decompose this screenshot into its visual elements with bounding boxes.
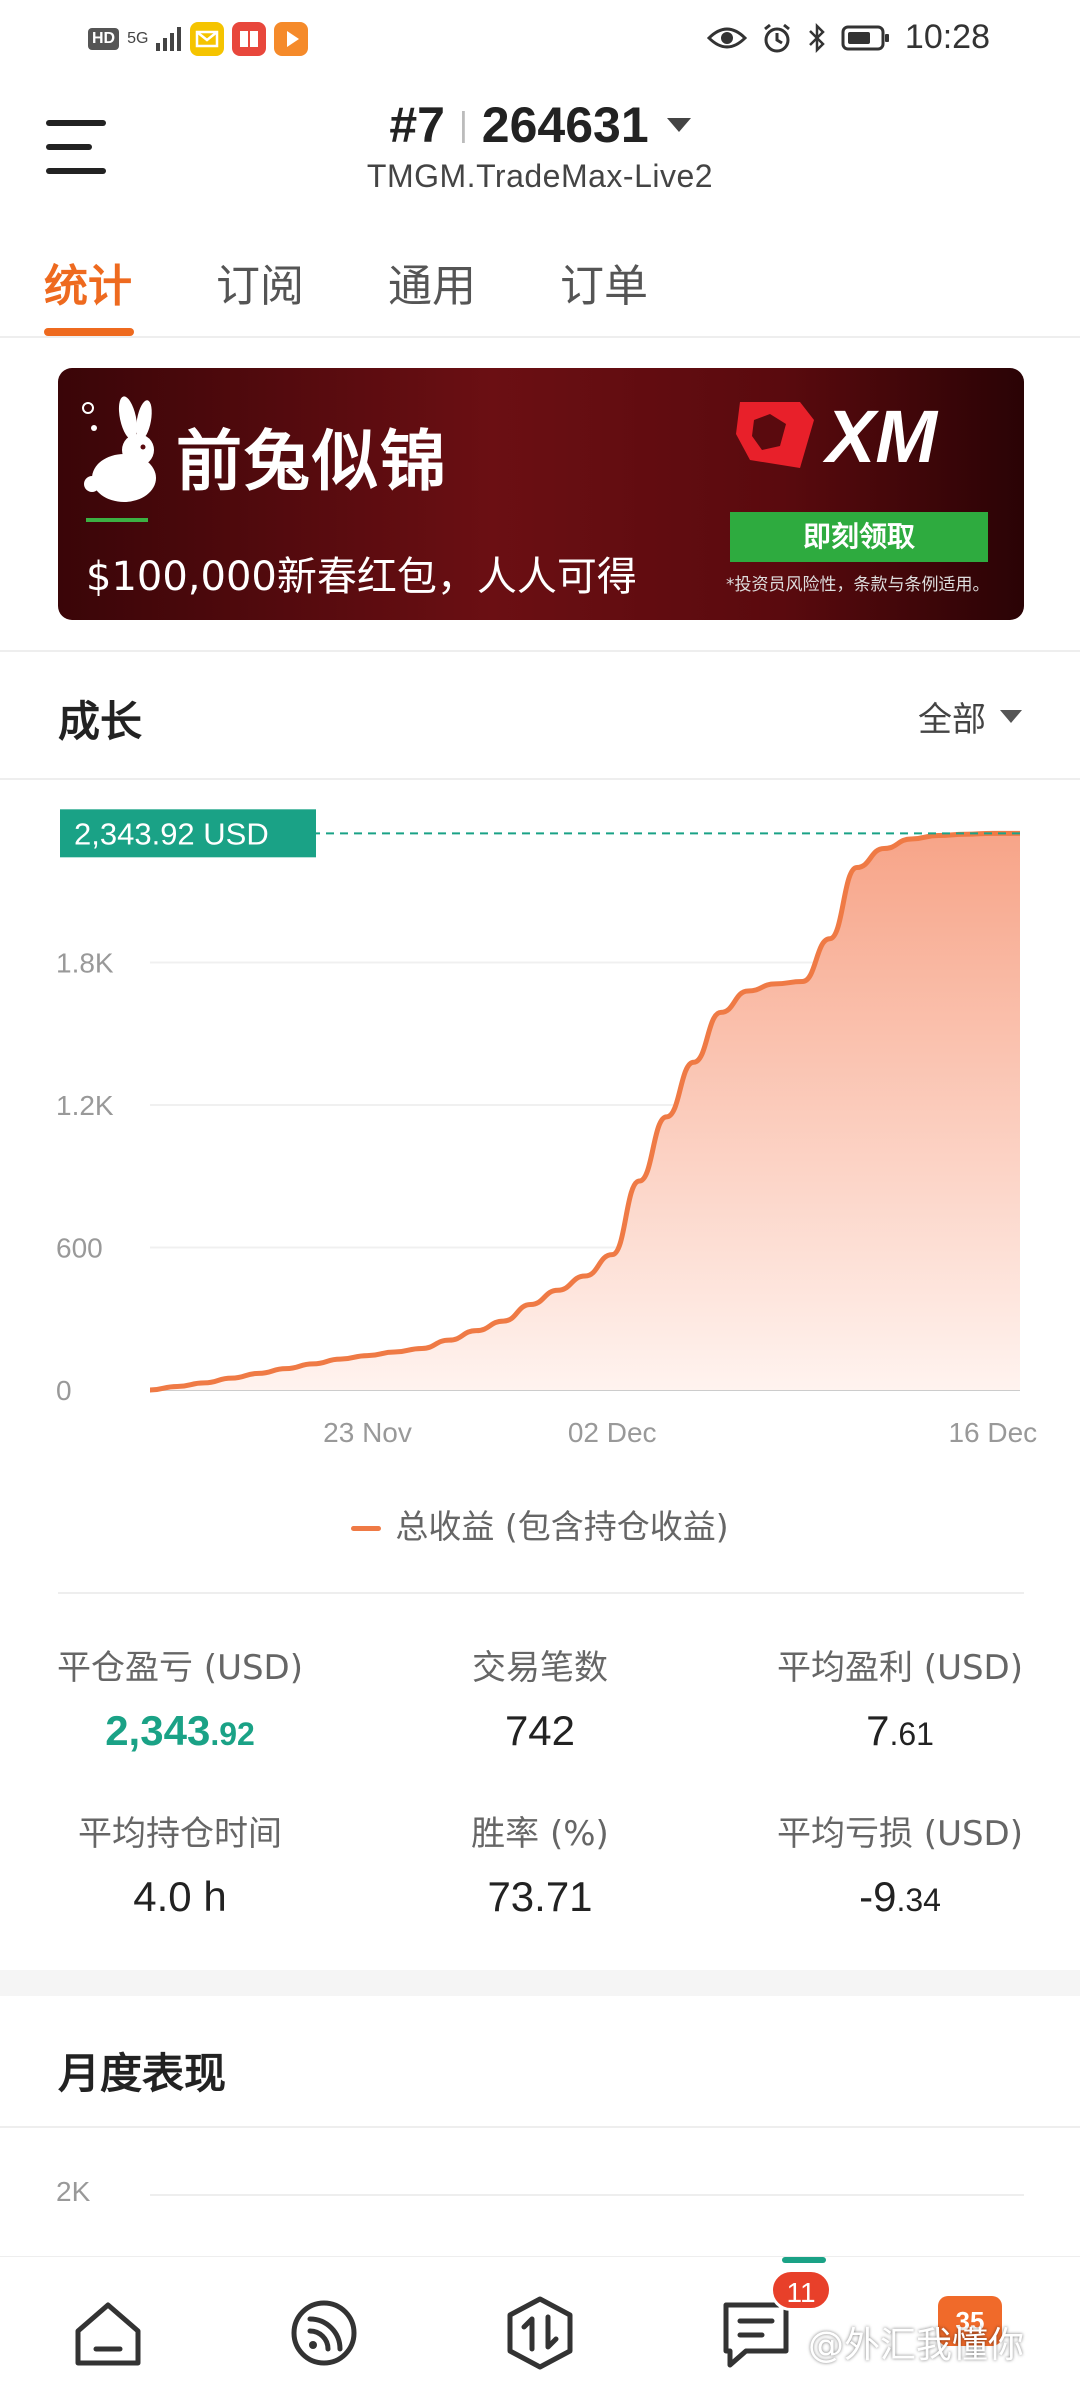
stat-label: 平仓盈亏 (USD): [57, 1648, 303, 1688]
banner-accent-line: [86, 518, 148, 522]
section-gap: [0, 1970, 1080, 1996]
current-value-label: 2,343.92 USD: [74, 816, 269, 851]
banner-headline: 前兔似锦: [176, 423, 448, 500]
signal-strength-icon: [156, 27, 182, 51]
book-app-icon: [232, 22, 267, 56]
y-tick-label: 0: [56, 1375, 72, 1406]
battery-icon: [841, 25, 889, 50]
growth-title: 成长: [58, 697, 143, 746]
stat-label: 平均亏损 (USD): [777, 1814, 1023, 1854]
stat-value: 742: [504, 1707, 576, 1754]
tab-general[interactable]: 通用: [388, 250, 476, 314]
stat-value: 4.0 h: [133, 1873, 227, 1920]
messages-badge: 11: [770, 2269, 832, 2311]
tab-bar: 统计 订阅 通用 订单: [0, 240, 1080, 338]
account-selector[interactable]: #7 | 264631 TMGM.TradeMax-Live2: [0, 96, 1080, 195]
stat-value: 7.61: [866, 1707, 934, 1754]
active-tab-indicator: [44, 328, 134, 336]
account-server: TMGM.TradeMax-Live2: [366, 158, 714, 194]
svg-text:XM: XM: [822, 395, 938, 476]
stat-value: 73.71: [487, 1873, 593, 1920]
stat-avg-profit: 平均盈利 (USD) 7.61: [720, 1640, 1080, 1755]
stat-avg-hold-time: 平均持仓时间 4.0 h: [0, 1806, 360, 1921]
monthly-gridline: [150, 2194, 1024, 2196]
legend-swatch: [351, 1526, 382, 1531]
banner-subline: $100,000新春红包，人人可得: [86, 554, 637, 600]
y-tick-label: 1.2K: [56, 1090, 114, 1121]
app-header: #7 | 264631 TMGM.TradeMax-Live2: [0, 90, 1080, 220]
tab-subscriptions[interactable]: 订阅: [216, 250, 304, 314]
growth-header-divider: [0, 778, 1080, 780]
network-type: 5G: [127, 30, 149, 47]
account-title[interactable]: #7 | 264631: [389, 96, 691, 154]
video-app-icon: [274, 22, 309, 56]
range-dropdown-label: 全部: [918, 700, 986, 740]
status-bar: HD 5G 10:28: [0, 0, 1080, 80]
alarm-icon: [763, 23, 790, 52]
hd-badge: HD: [88, 28, 120, 50]
section-divider: [0, 650, 1080, 652]
range-dropdown[interactable]: 全部: [918, 692, 1022, 741]
stat-trade-count: 交易笔数 742: [360, 1640, 720, 1755]
caret-down-icon: [1000, 710, 1022, 723]
eye-comfort-icon: [706, 27, 747, 48]
stat-value: 2,343.92: [105, 1707, 255, 1754]
growth-chart[interactable]: 0 600 1.2K 1.8K 23 Nov 02 Dec 16 Dec 2,343.92 U…: [0, 790, 1080, 1470]
active-nav-indicator: [782, 2257, 826, 2263]
caret-down-icon[interactable]: [666, 118, 691, 132]
tab-statistics[interactable]: 统计: [44, 250, 132, 314]
bluetooth-icon: [809, 22, 825, 53]
xm-logo-icon: XM: [736, 395, 938, 476]
y-tick-label: 1.8K: [56, 948, 114, 979]
mail-app-icon: [190, 22, 225, 56]
stats-divider: [58, 1592, 1024, 1594]
rabbit-icon: [82, 396, 156, 502]
signal-feed-icon[interactable]: [284, 2293, 364, 2373]
monthly-y-tick: 2K: [56, 2176, 91, 2207]
banner-disclaimer: *投资员风险性，条款与条例适用。: [726, 575, 990, 595]
stat-label: 胜率 (%): [471, 1814, 609, 1854]
chart-legend: 总收益 (包含持仓收益): [0, 1500, 1080, 1548]
monthly-header-divider: [0, 2126, 1080, 2128]
tab-orders[interactable]: 订单: [560, 250, 648, 314]
claim-button[interactable]: 即刻领取: [730, 512, 988, 562]
watermark-text: @外汇我懂你: [808, 2325, 1025, 2366]
home-icon[interactable]: [68, 2293, 148, 2373]
trade-icon[interactable]: [500, 2293, 580, 2373]
stat-win-rate: 胜率 (%) 73.71: [360, 1806, 720, 1921]
x-tick-label: 16 Dec: [948, 1417, 1037, 1448]
x-tick-label: 02 Dec: [568, 1417, 657, 1448]
stat-value: -9.34: [859, 1873, 941, 1920]
x-tick-label: 23 Nov: [323, 1417, 412, 1448]
y-tick-label: 600: [56, 1233, 103, 1264]
clock: 10:28: [904, 18, 990, 56]
account-separator: |: [458, 105, 468, 144]
stat-label: 交易笔数: [472, 1648, 608, 1688]
stat-closed-pnl: 平仓盈亏 (USD) 2,343.92: [0, 1640, 360, 1755]
stat-label: 平均持仓时间: [78, 1814, 282, 1854]
status-bar-right: 10:28: [706, 18, 990, 57]
stat-label: 平均盈利 (USD): [777, 1648, 1023, 1688]
account-number: 264631: [481, 97, 649, 153]
growth-chart-svg: 0 600 1.2K 1.8K 23 Nov 02 Dec 16 Dec 2,343.92 U…: [56, 809, 1037, 1448]
account-prefix: #7: [389, 97, 445, 153]
promo-banner[interactable]: 前兔似锦 $100,000新春红包，人人可得 XM 即刻领取 *投资员风险性，条…: [58, 368, 1024, 620]
legend-label: 总收益 (包含持仓收益): [395, 1507, 729, 1546]
stat-avg-loss: 平均亏损 (USD) -9.34: [720, 1806, 1080, 1921]
series-area: [150, 833, 1020, 1390]
status-bar-left: HD 5G: [88, 22, 309, 56]
monthly-title: 月度表现: [58, 2049, 227, 2098]
